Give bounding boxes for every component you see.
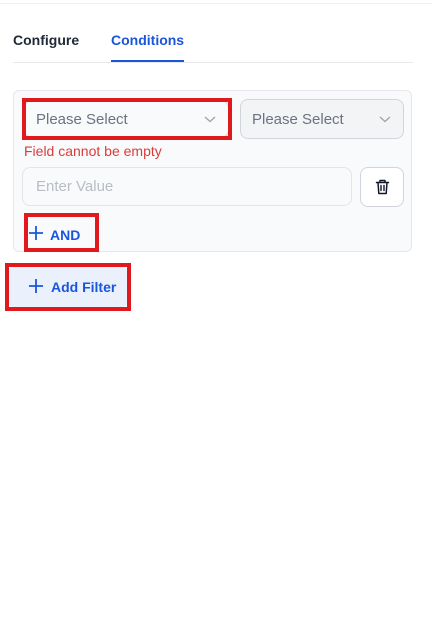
field-select[interactable]: Please Select — [24, 100, 229, 138]
tab-conditions[interactable]: Conditions — [111, 32, 185, 62]
add-filter-button[interactable]: Add Filter — [9, 267, 127, 307]
delete-condition-button[interactable] — [360, 167, 404, 207]
tab-bar: Configure Conditions — [13, 32, 413, 63]
chevron-down-icon — [379, 116, 391, 123]
plus-icon — [29, 279, 43, 293]
add-filter-label: Add Filter — [51, 279, 117, 295]
operator-select[interactable]: Please Select — [240, 99, 404, 139]
field-error-message: Field cannot be empty — [24, 143, 162, 159]
trash-icon — [375, 179, 390, 195]
chevron-down-icon — [204, 116, 216, 123]
add-and-condition-button[interactable]: AND — [28, 217, 95, 248]
plus-icon — [29, 226, 43, 240]
tab-configure[interactable]: Configure — [13, 32, 79, 49]
and-button-label: AND — [50, 227, 81, 243]
operator-select-value: Please Select — [252, 111, 344, 128]
top-divider — [0, 3, 432, 4]
field-select-value: Please Select — [36, 111, 128, 128]
value-input[interactable] — [22, 167, 352, 206]
